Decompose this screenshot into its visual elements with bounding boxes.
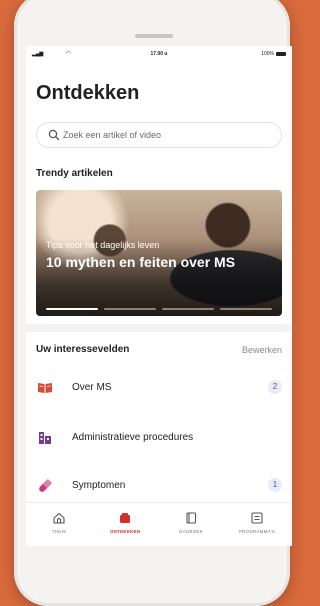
carousel-dot[interactable] (104, 308, 156, 310)
search-input[interactable]: Zoek een artikel of video (36, 122, 282, 148)
phone-frame: ▂▄▆ ◠ 17.00 u 100% Ontdekken Zoek een ar… (14, 0, 292, 606)
interest-item-symptomen[interactable]: Symptomen 1 (36, 475, 282, 497)
app-screen: ▂▄▆ ◠ 17.00 u 100% Ontdekken Zoek een ar… (26, 46, 292, 546)
interest-label: Administratieve procedures (72, 432, 194, 443)
interest-item-over-ms[interactable]: Over MS 2 (36, 377, 282, 399)
status-bar: ▂▄▆ ◠ 17.00 u 100% (26, 46, 292, 62)
search-placeholder: Zoek een artikel of video (63, 130, 162, 140)
article-category: Tips voor het dagelijks leven (46, 240, 160, 250)
diary-icon (186, 512, 197, 524)
carousel-dot[interactable] (46, 308, 98, 310)
tab-dagboek[interactable]: DAGBOEK (158, 503, 224, 546)
interest-count-badge: 1 (268, 478, 282, 492)
speaker-grille (135, 34, 173, 38)
page-title: Ontdekken (36, 82, 140, 104)
article-headline: 10 mythen en feiten over MS (46, 254, 236, 270)
tab-ontdekken[interactable]: ONTDEKKEN (92, 503, 158, 546)
carousel-indicator (46, 308, 272, 310)
interests-section-title: Uw interessevelden (36, 344, 130, 355)
tab-label: THUIS (51, 529, 67, 534)
bottom-tab-bar: THUIS ONTDEKKEN DAGBOEK PROGRAMMA'S (26, 502, 292, 546)
section-divider (26, 324, 292, 332)
battery-indicator: 100% (261, 51, 286, 57)
tab-label: ONTDEKKEN (109, 529, 141, 534)
carousel-dot[interactable] (162, 308, 214, 310)
building-icon (39, 432, 51, 444)
trending-section-title: Trendy artikelen (36, 168, 113, 179)
status-time: 17.00 u (150, 51, 168, 57)
interest-label: Symptomen (72, 480, 126, 491)
programs-icon (251, 512, 263, 524)
trending-article-card[interactable]: Tips voor het dagelijks leven 10 mythen … (36, 190, 282, 316)
interest-count-badge: 2 (268, 380, 282, 394)
tab-label: DAGBOEK (179, 529, 203, 534)
pill-icon (39, 478, 53, 492)
battery-icon (276, 51, 286, 56)
home-icon (53, 512, 65, 524)
interest-label: Over MS (72, 382, 112, 393)
tab-programmas[interactable]: PROGRAMMA'S (224, 503, 290, 546)
carousel-dot[interactable] (220, 308, 272, 310)
tab-label: PROGRAMMA'S (238, 529, 276, 534)
battery-percent: 100% (261, 51, 274, 57)
interest-item-administratieve-procedures[interactable]: Administratieve procedures (36, 427, 282, 449)
interests-header: Uw interessevelden Bewerken (36, 344, 282, 358)
edit-interests-button[interactable]: Bewerken (242, 345, 282, 355)
book-icon (38, 383, 52, 393)
search-icon (48, 129, 60, 141)
tab-thuis[interactable]: THUIS (26, 503, 92, 546)
discover-icon (120, 513, 130, 523)
